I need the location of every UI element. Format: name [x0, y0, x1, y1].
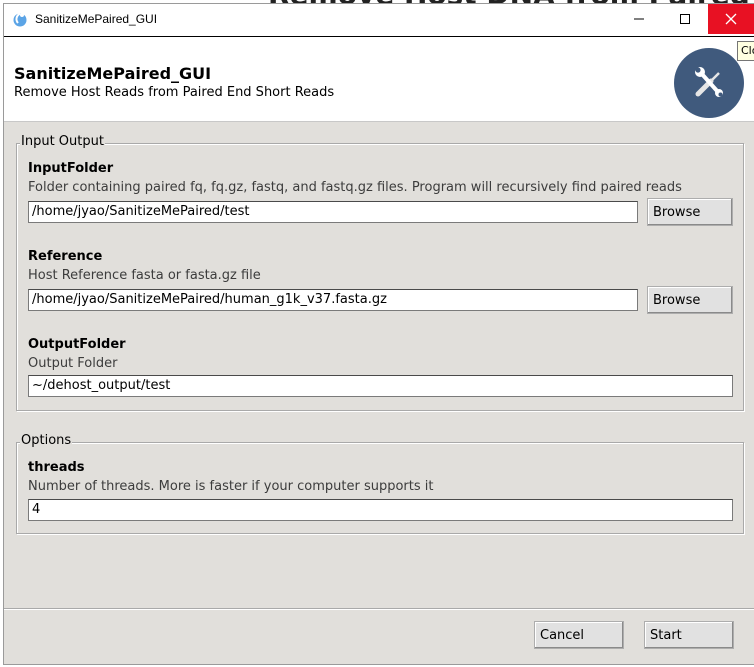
- threads-description: Number of threads. More is faster if you…: [28, 479, 434, 494]
- threads-label: threads: [28, 460, 85, 475]
- input-folder-description: Folder containing paired fq, fq.gz, fast…: [28, 180, 682, 195]
- minimize-button[interactable]: [616, 4, 662, 34]
- input-folder-browse-button[interactable]: Browse: [647, 198, 733, 226]
- title-bar[interactable]: SanitizeMePaired_GUI: [4, 4, 754, 36]
- options-legend: Options: [20, 433, 73, 448]
- app-window: SanitizeMePaired_GUI SanitizeMePaired_GU…: [3, 3, 754, 665]
- close-button[interactable]: [708, 4, 754, 34]
- page-subtitle: Remove Host Reads from Paired End Short …: [14, 85, 335, 100]
- reference-browse-button[interactable]: Browse: [647, 286, 733, 314]
- reference-description: Host Reference fasta or fasta.gz file: [28, 268, 261, 283]
- window-title: SanitizeMePaired_GUI: [35, 12, 158, 26]
- input-output-legend: Input Output: [20, 134, 105, 149]
- page-title: SanitizeMePaired_GUI: [14, 64, 212, 83]
- input-folder-label: InputFolder: [28, 161, 114, 176]
- reference-field[interactable]: /home/jyao/SanitizeMePaired/human_g1k_v3…: [28, 289, 638, 311]
- output-folder-label: OutputFolder: [28, 337, 126, 352]
- threads-field[interactable]: 4: [28, 499, 733, 521]
- app-header: SanitizeMePaired_GUI Remove Host Reads f…: [4, 36, 754, 122]
- close-tooltip: Clo: [737, 41, 754, 61]
- maximize-button[interactable]: [662, 4, 708, 34]
- maximize-icon: [680, 14, 690, 24]
- output-folder-description: Output Folder: [28, 356, 118, 371]
- minimize-icon: [634, 18, 644, 20]
- footer-divider: [4, 608, 754, 609]
- output-folder-field[interactable]: ~/dehost_output/test: [28, 375, 733, 397]
- reference-label: Reference: [28, 249, 103, 264]
- tools-icon: [674, 48, 744, 118]
- start-button[interactable]: Start: [644, 621, 734, 649]
- cancel-button[interactable]: Cancel: [534, 621, 624, 649]
- app-icon: [12, 11, 28, 27]
- input-folder-field[interactable]: /home/jyao/SanitizeMePaired/test: [28, 201, 638, 223]
- close-icon: [725, 13, 737, 25]
